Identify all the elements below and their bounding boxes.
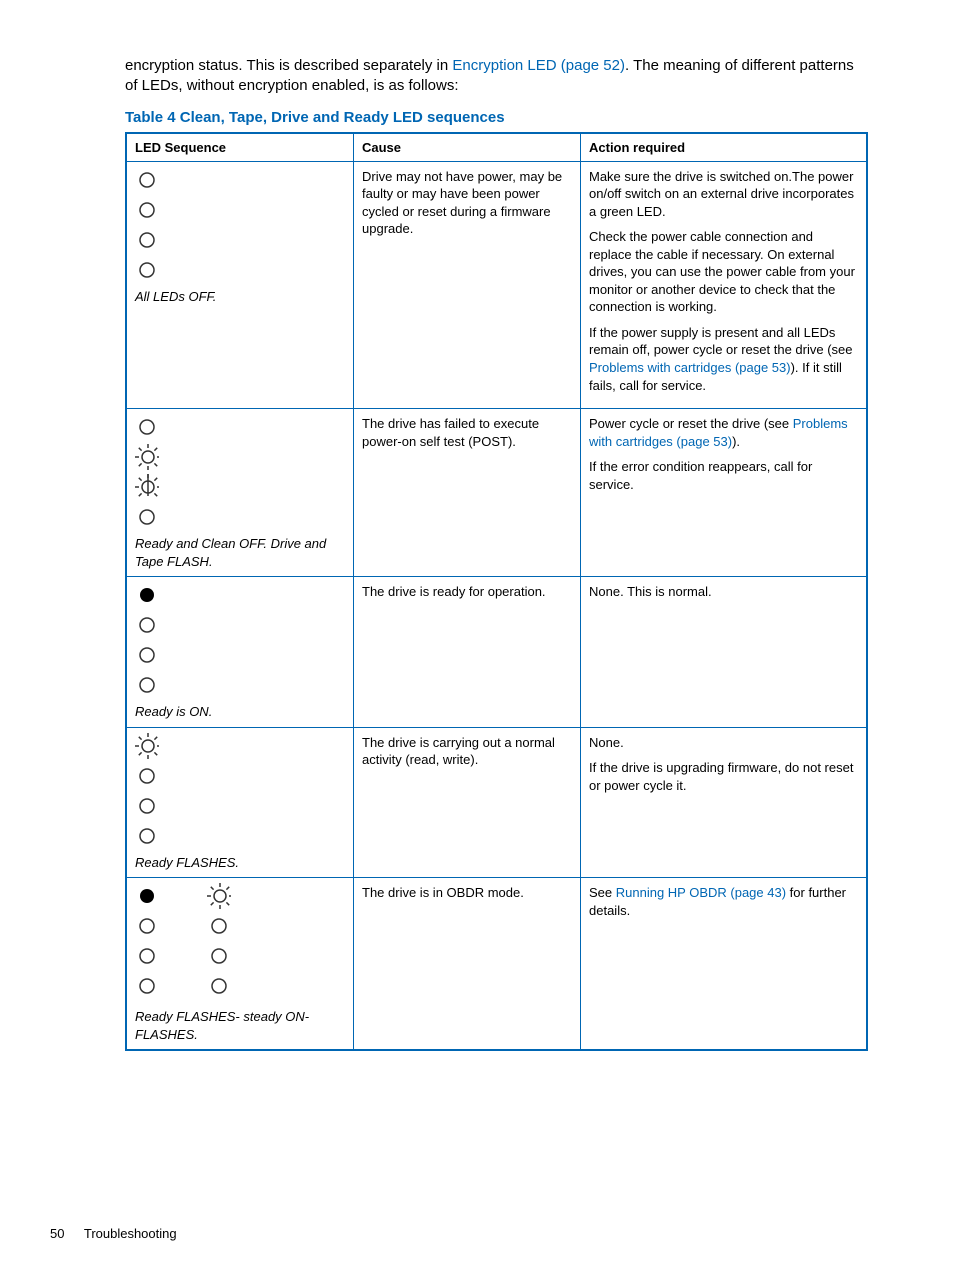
action-text: If the error condition reappears, call f… — [589, 458, 858, 493]
led-off-icon — [135, 643, 159, 667]
led-flash-icon — [207, 884, 231, 908]
action-cell: None. If the drive is upgrading firmware… — [581, 727, 868, 878]
led-off-icon — [207, 944, 231, 968]
header-cause: Cause — [354, 133, 581, 162]
obdr-link[interactable]: Running HP OBDR (page 43) — [616, 885, 786, 900]
action-text: Check the power cable connection and rep… — [589, 228, 858, 316]
action-cell: Make sure the drive is switched on.The p… — [581, 161, 868, 409]
led-off-icon — [135, 914, 159, 938]
table-row: All LEDs OFF. Drive may not have power, … — [126, 161, 867, 409]
table-row: Ready and Clean OFF. Drive and Tape FLAS… — [126, 409, 867, 577]
led-off-icon — [207, 974, 231, 998]
led-off-icon — [135, 974, 159, 998]
led-flash-icon — [135, 734, 159, 758]
table-title: Table 4 Clean, Tape, Drive and Ready LED… — [125, 109, 868, 126]
led-flash-icon — [135, 475, 159, 499]
led-off-icon — [135, 613, 159, 637]
header-action: Action required — [581, 133, 868, 162]
led-stack — [135, 734, 345, 848]
action-cell: Power cycle or reset the drive (see Prob… — [581, 409, 868, 577]
intro-before: encryption status. This is described sep… — [125, 57, 452, 74]
intro-paragraph: encryption status. This is described sep… — [125, 56, 868, 97]
page-number: 50 — [50, 1226, 64, 1241]
action-text: If the drive is upgrading firmware, do n… — [589, 759, 858, 794]
action-cell: See Running HP OBDR (page 43) for furthe… — [581, 878, 868, 1051]
action-cell: None. This is normal. — [581, 577, 868, 728]
action-text: Make sure the drive is switched on.The p… — [589, 168, 858, 221]
action-text: Power cycle or reset the drive (see Prob… — [589, 415, 858, 450]
led-on-icon — [135, 583, 159, 607]
led-off-icon — [135, 198, 159, 222]
led-stack — [135, 168, 345, 282]
table-row: Ready is ON. The drive is ready for oper… — [126, 577, 867, 728]
encryption-led-link[interactable]: Encryption LED (page 52) — [452, 57, 625, 74]
action-text: See Running HP OBDR (page 43) for furthe… — [589, 884, 858, 919]
led-off-icon — [135, 228, 159, 252]
problems-cartridges-link[interactable]: Problems with cartridges (page 53) — [589, 360, 791, 375]
cause-cell: The drive is carrying out a normal activ… — [354, 727, 581, 878]
led-off-icon — [135, 258, 159, 282]
led-caption: Ready is ON. — [135, 703, 345, 721]
page-footer: 50 Troubleshooting — [50, 1226, 177, 1241]
led-on-icon — [135, 884, 159, 908]
led-flash-icon — [135, 445, 159, 469]
led-off-icon — [135, 168, 159, 192]
led-off-icon — [135, 505, 159, 529]
led-off-icon — [135, 673, 159, 697]
table-row: Ready FLASHES. The drive is carrying out… — [126, 727, 867, 878]
action-text: None. — [589, 734, 858, 752]
header-led-sequence: LED Sequence — [126, 133, 354, 162]
led-dual-stack — [135, 884, 345, 1002]
led-off-icon — [135, 764, 159, 788]
cause-cell: The drive is ready for operation. — [354, 577, 581, 728]
led-off-icon — [135, 944, 159, 968]
action-text: If the power supply is present and all L… — [589, 324, 858, 394]
led-stack — [135, 583, 345, 697]
cause-cell: The drive has failed to execute power-on… — [354, 409, 581, 577]
cause-cell: Drive may not have power, may be faulty … — [354, 161, 581, 409]
cause-cell: The drive is in OBDR mode. — [354, 878, 581, 1051]
led-caption: Ready FLASHES. — [135, 854, 345, 872]
led-caption: Ready FLASHES- steady ON-FLASHES. — [135, 1008, 345, 1043]
section-name: Troubleshooting — [84, 1226, 177, 1241]
led-caption: All LEDs OFF. — [135, 288, 345, 306]
led-off-icon — [135, 415, 159, 439]
table-row: Ready FLASHES- steady ON-FLASHES. The dr… — [126, 878, 867, 1051]
led-caption: Ready and Clean OFF. Drive and Tape FLAS… — [135, 535, 345, 570]
led-sequences-table: LED Sequence Cause Action required All L… — [125, 132, 868, 1052]
led-off-icon — [135, 794, 159, 818]
led-off-icon — [207, 914, 231, 938]
action-text: None. This is normal. — [589, 583, 858, 601]
led-off-icon — [135, 824, 159, 848]
led-stack — [135, 415, 345, 529]
